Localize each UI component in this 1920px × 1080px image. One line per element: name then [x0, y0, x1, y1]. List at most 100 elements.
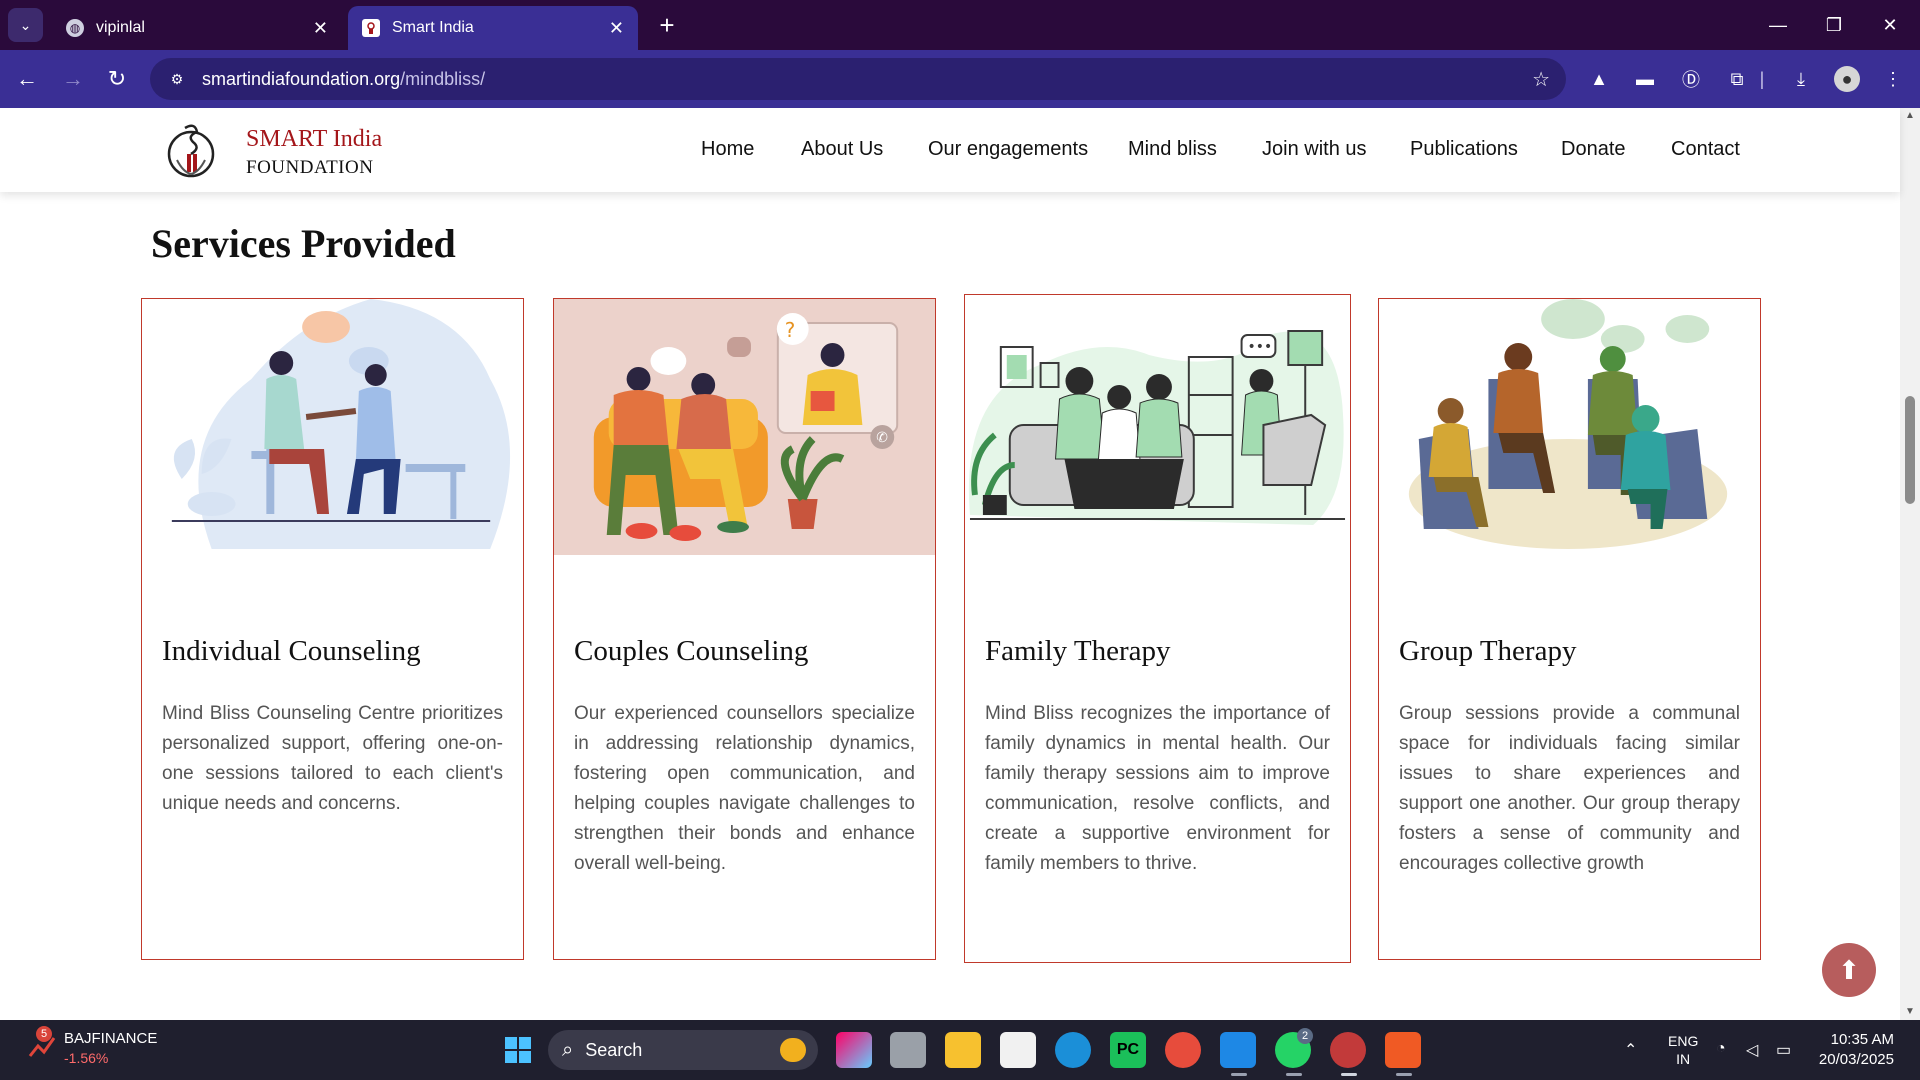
file-explorer-icon[interactable]	[945, 1032, 981, 1068]
running-indicator	[1231, 1073, 1247, 1076]
chrome-icon[interactable]	[1165, 1032, 1201, 1068]
nav-about-us[interactable]: About Us	[801, 138, 883, 161]
svg-text:✆: ✆	[876, 430, 888, 446]
tab-search-button[interactable]: ⌄	[8, 8, 43, 42]
nav-join-with-us[interactable]: Join with us	[1262, 138, 1367, 161]
whatsapp-icon[interactable]: 2	[1275, 1028, 1313, 1068]
site-info-icon[interactable]: ⚙	[166, 68, 188, 90]
show-hidden-icons[interactable]: ⌃	[1624, 1040, 1637, 1060]
tab-title: Smart India	[392, 19, 474, 36]
microsoft-store-icon[interactable]	[1000, 1032, 1036, 1068]
scroll-down-arrow-icon[interactable]: ▼	[1904, 1006, 1916, 1018]
url-path: /mindbliss/	[400, 68, 486, 89]
extension-triangle-icon[interactable]: ▲	[1586, 66, 1612, 92]
download-icon[interactable]: ⤓	[1788, 66, 1814, 92]
scroll-to-top-button[interactable]: ⬆	[1822, 943, 1876, 997]
close-window-icon[interactable]: ✕	[1862, 0, 1918, 50]
volume-muted-icon[interactable]: ◁	[1746, 1040, 1758, 1060]
family-therapy-illustration: •••	[968, 330, 1346, 525]
menu-kebab-icon[interactable]: ⋮	[1880, 66, 1906, 92]
tab-title: vipinlal	[96, 19, 145, 36]
forward-icon[interactable]: →	[56, 62, 90, 96]
stock-change: -1.56%	[64, 1050, 109, 1066]
edge-icon[interactable]	[1055, 1032, 1091, 1068]
active-indicator	[1341, 1073, 1357, 1076]
couples-counseling-illustration: ✆ ?	[554, 299, 935, 555]
svg-text:?: ?	[785, 318, 796, 342]
taskbar-search[interactable]: ⌕ Search	[548, 1030, 818, 1070]
windows-start-icon[interactable]	[500, 1032, 536, 1068]
scroll-up-arrow-icon[interactable]: ▲	[1904, 110, 1916, 122]
taskbar-clock[interactable]: 10:35 AM 20/03/2025	[1814, 1030, 1894, 1070]
lang-region: IN	[1676, 1051, 1691, 1067]
url-host: smartindiafoundation.org	[202, 68, 401, 89]
browser-tab-strip: ⌄ ◍ vipinlal ✕ Smart India ✕ + — ❐ ✕	[0, 0, 1920, 50]
card-title: Family Therapy	[985, 635, 1171, 667]
vscode-icon[interactable]	[1220, 1032, 1256, 1068]
chrome-profile-icon[interactable]	[1330, 1032, 1366, 1068]
stock-badge: 5	[36, 1026, 52, 1042]
group-therapy-illustration	[1408, 299, 1728, 549]
browser-toolbar: ← → ↻ ⚙ smartindiafoundation.org/mindbli…	[0, 50, 1920, 108]
pycharm-icon[interactable]: PC	[1110, 1032, 1146, 1068]
lang-code: ENG	[1668, 1033, 1699, 1049]
arrow-up-icon: ⬆	[1838, 954, 1860, 985]
extension-d-icon[interactable]: Ⓓ	[1678, 66, 1704, 92]
close-icon[interactable]: ✕	[313, 18, 328, 39]
brand-subtitle[interactable]: FOUNDATION	[246, 157, 373, 179]
wifi-icon[interactable]: ◔	[1716, 1040, 1726, 1058]
search-label: Search	[585, 1039, 643, 1060]
foundation-logo[interactable]	[165, 120, 217, 180]
service-card-group: Group Therapy Group sessions provide a c…	[1378, 298, 1761, 960]
card-description: Mind Bliss Counseling Centre prioritizes…	[162, 703, 503, 814]
card-title: Couples Counseling	[574, 635, 809, 667]
card-description: Mind Bliss recognizes the importance of …	[985, 703, 1330, 874]
globe-icon: ◍	[66, 19, 84, 37]
close-icon[interactable]: ✕	[609, 18, 624, 39]
site-favicon-icon	[362, 19, 380, 37]
card-title: Group Therapy	[1399, 635, 1577, 667]
restore-icon[interactable]: ❐	[1806, 0, 1862, 50]
section-title: Services Provided	[151, 221, 456, 266]
tab-vipinlal[interactable]: ◍ vipinlal ✕	[52, 6, 342, 50]
nav-home[interactable]: Home	[701, 138, 754, 161]
extensions-puzzle-icon[interactable]: ⧉	[1724, 66, 1750, 92]
nav-our-engagements[interactable]: Our engagements	[928, 138, 1088, 161]
nav-contact[interactable]: Contact	[1671, 138, 1740, 161]
running-indicator	[1396, 1073, 1412, 1076]
search-highlight-icon	[780, 1038, 806, 1062]
copilot-icon[interactable]	[836, 1032, 872, 1068]
stock-name: BAJFINANCE	[64, 1030, 158, 1047]
back-icon[interactable]: ←	[10, 62, 44, 96]
nav-publications[interactable]: Publications	[1410, 138, 1518, 161]
address-bar[interactable]: ⚙ smartindiafoundation.org/mindbliss/ ☆	[150, 58, 1566, 100]
profile-avatar[interactable]: ●	[1834, 66, 1860, 92]
bookmark-star-icon[interactable]: ☆	[1532, 67, 1550, 92]
battery-icon[interactable]: ▭	[1776, 1040, 1791, 1060]
windows-taskbar: 5 BAJFINANCE -1.56% ⌕ Search PC 2 ⌃ ENG …	[0, 1020, 1920, 1080]
page-scrollbar[interactable]: ▲ ▼	[1900, 108, 1920, 1020]
brand-name[interactable]: SMART India	[246, 126, 382, 153]
language-indicator[interactable]: ENG IN	[1668, 1032, 1698, 1068]
service-card-individual: Individual Counseling Mind Bliss Counsel…	[141, 298, 524, 960]
service-card-couples: ✆ ? Couples Counseling Our experienced c…	[553, 298, 936, 960]
brave-icon[interactable]	[1385, 1032, 1421, 1068]
card-title: Individual Counseling	[162, 635, 421, 667]
nav-donate[interactable]: Donate	[1561, 138, 1626, 161]
nav-mind-bliss[interactable]: Mind bliss	[1128, 138, 1217, 161]
new-tab-button[interactable]: +	[652, 10, 682, 40]
minimize-icon[interactable]: —	[1750, 0, 1806, 50]
database-icon[interactable]	[890, 1032, 926, 1068]
tab-smart-india[interactable]: Smart India ✕	[348, 6, 638, 50]
extension-hat-icon[interactable]: ▬	[1632, 66, 1658, 92]
scrollbar-thumb[interactable]	[1905, 396, 1915, 504]
running-indicator	[1286, 1073, 1302, 1076]
stock-chart-icon: 5	[26, 1026, 58, 1062]
clock-date: 20/03/2025	[1818, 1051, 1894, 1068]
card-description: Group sessions provide a communal space …	[1399, 703, 1740, 874]
svg-text:•••: •••	[1248, 339, 1273, 355]
search-icon: ⌕	[562, 1038, 574, 1061]
reload-icon[interactable]: ↻	[100, 62, 134, 96]
stock-widget[interactable]: 5 BAJFINANCE -1.56%	[26, 1026, 157, 1066]
page-viewport: SMART India FOUNDATION Home About Us Our…	[0, 108, 1920, 1020]
